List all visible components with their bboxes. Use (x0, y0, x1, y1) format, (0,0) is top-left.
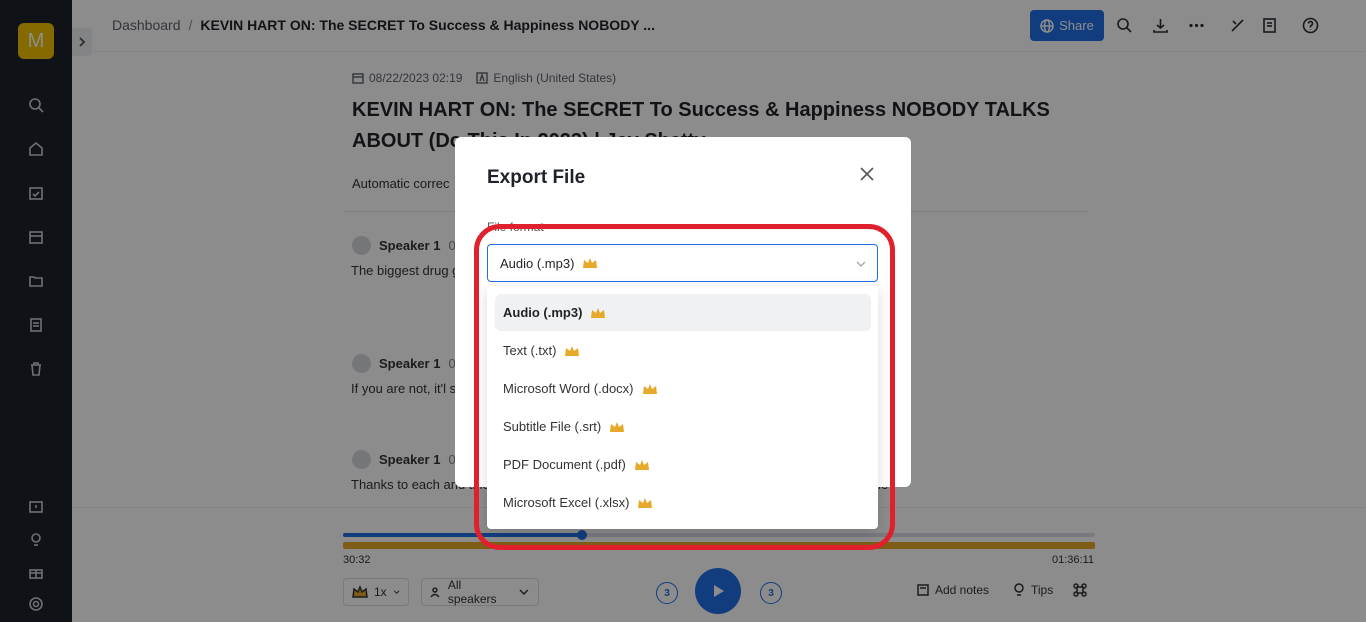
annotation-highlight (474, 224, 895, 550)
dialog-title: Export File (487, 167, 586, 188)
close-button[interactable] (860, 167, 878, 185)
close-icon (860, 167, 874, 181)
